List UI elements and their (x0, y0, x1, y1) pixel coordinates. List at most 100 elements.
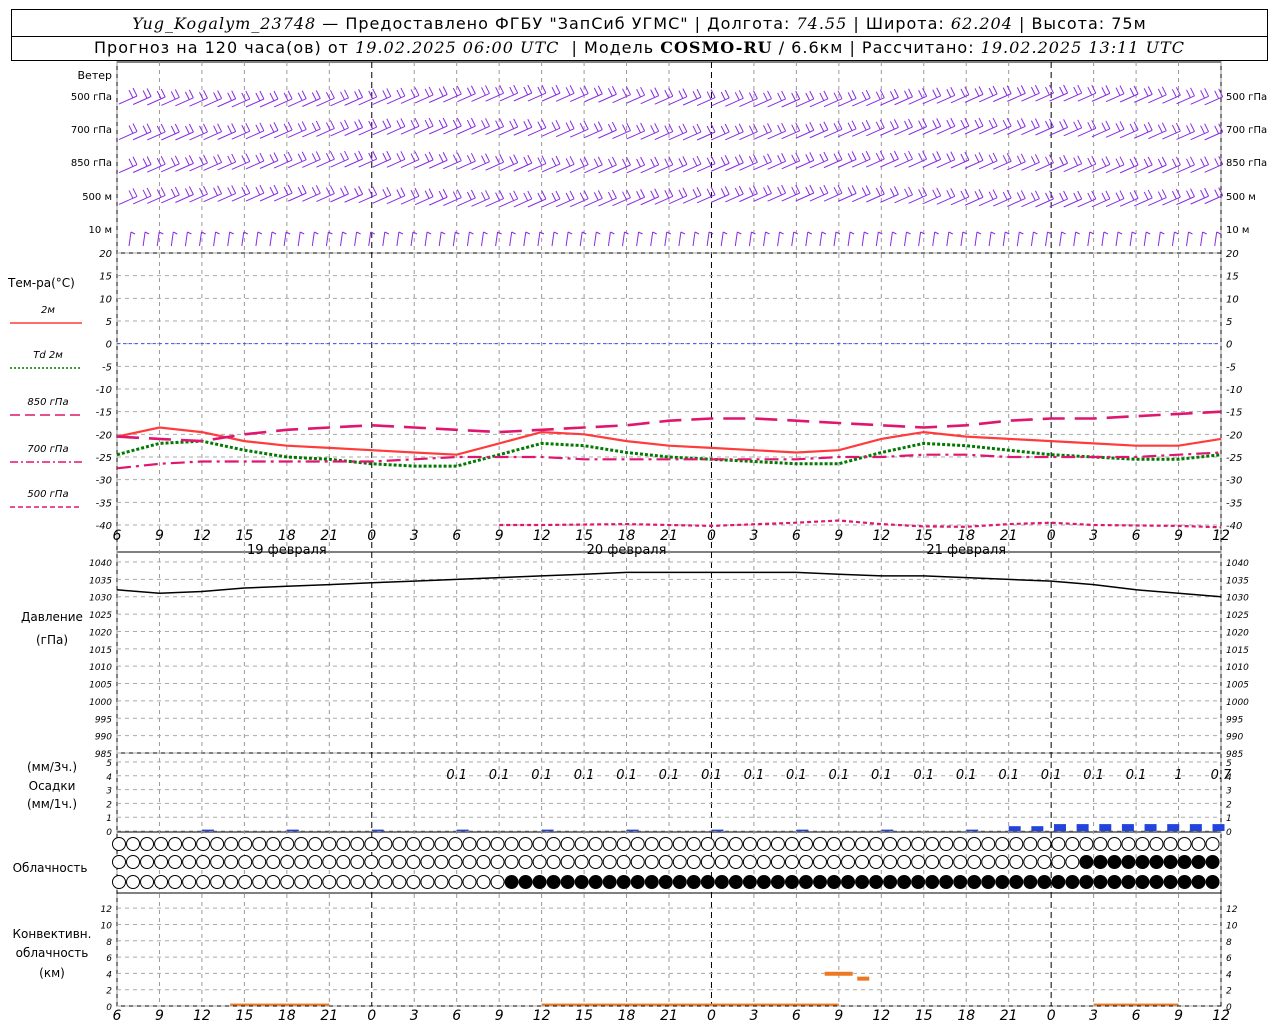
wind-barb (118, 188, 138, 205)
barb-flag (386, 118, 392, 127)
barb-flag (819, 123, 825, 132)
barb-staff (372, 158, 392, 168)
barb-staff (1119, 129, 1139, 139)
cloud-empty-circle (126, 855, 141, 869)
barb-flag (273, 90, 279, 100)
barb-staff (1133, 164, 1153, 174)
barb-flag (607, 88, 613, 97)
conv-tick-label: 12 (101, 905, 113, 915)
cloud-empty-circle (756, 837, 771, 851)
barb-flag (720, 157, 726, 166)
barb-staff (992, 197, 1012, 207)
barb-flag (1059, 86, 1065, 96)
temp-tick-label: 0 (106, 340, 112, 351)
hour-tick-label: 9 (155, 528, 164, 544)
barb-flag (805, 124, 811, 133)
barb-flag (424, 153, 430, 163)
cloud-empty-circle (616, 837, 631, 851)
conv-bar (824, 971, 853, 976)
barb-flag (767, 153, 772, 162)
cloud-empty-circle (252, 875, 267, 889)
pressure-tick-label: 1010 (89, 663, 112, 673)
cloud-full-circle (1065, 875, 1080, 889)
barb-flag (664, 125, 670, 134)
wind-barb (936, 87, 956, 104)
barb-flag (1200, 189, 1206, 199)
barb-flag (466, 154, 472, 164)
barb-flag (622, 88, 627, 97)
cloud-empty-circle (182, 837, 197, 851)
cloud-full-circle (1107, 855, 1122, 869)
hour-tick-label-bottom: 6 (792, 1008, 801, 1024)
cloud-empty-circle (504, 855, 519, 869)
barb-flag (1190, 156, 1195, 166)
barb-staff (513, 92, 533, 102)
precip-tick-label-right: 0 (1226, 828, 1232, 838)
cloud-empty-circle (420, 855, 435, 869)
barb-flag (128, 89, 134, 99)
barb-staff (612, 94, 631, 104)
barb-flag (217, 90, 223, 99)
hour-tick-label-bottom: 0 (1047, 1008, 1056, 1024)
barb-flag (622, 124, 627, 133)
cloud-empty-circle (827, 837, 842, 851)
temp-tick-label: -20 (96, 430, 112, 441)
cloud-empty-circle (448, 855, 463, 869)
cloud-empty-circle (1191, 837, 1206, 851)
pressure-tick-label-right: 995 (1226, 715, 1243, 725)
surface-wind-barb (1200, 231, 1204, 247)
barb-staff (978, 160, 998, 170)
cloud-full-circle (911, 875, 926, 889)
hour-tick-label-bottom: 12 (872, 1008, 890, 1024)
cloud-full-circle (1163, 855, 1178, 869)
barb-flag (354, 91, 360, 100)
barb-flag (640, 86, 646, 96)
barb-flag (541, 155, 547, 164)
precip-value-label: 0.1 (786, 768, 807, 783)
barb-flag (1129, 123, 1135, 133)
cloud-empty-circle (939, 855, 954, 869)
cloud-full-circle (560, 875, 575, 889)
barb-flag (724, 186, 730, 195)
barb-flag (146, 156, 152, 165)
barb-flag (442, 152, 448, 161)
barb-staff (414, 196, 434, 206)
barb-flag (424, 190, 430, 199)
barb-flag (692, 157, 698, 167)
wind-level-label: 10 м (89, 225, 112, 236)
barb-staff (330, 193, 349, 203)
barb-flag (414, 87, 420, 96)
barb-flag (1020, 153, 1026, 163)
surface-wind-flag (807, 231, 813, 235)
cloud-empty-circle (154, 855, 169, 869)
barb-flag (908, 118, 913, 128)
barb-flag (1157, 124, 1163, 133)
cloud-full-circle (1093, 875, 1108, 889)
barb-flag (344, 119, 349, 129)
barb-flag (593, 192, 599, 201)
precip-value-label: 0.1 (871, 768, 892, 783)
barb-flag (358, 119, 364, 128)
barb-flag (988, 119, 994, 129)
wind-barb (1176, 188, 1195, 206)
surface-wind-barb (805, 231, 809, 247)
barb-flag (823, 184, 829, 194)
precip-bar (1212, 824, 1225, 831)
barb-flag (889, 91, 895, 100)
hour-tick-label-bottom: 21 (1000, 1008, 1018, 1024)
cloud-full-circle (728, 875, 743, 889)
surface-wind-barb (241, 231, 245, 247)
wind-barb (851, 89, 871, 107)
barb-staff (696, 97, 716, 107)
barb-flag (569, 85, 575, 94)
barb-staff (710, 131, 730, 141)
barb-flag (791, 154, 797, 164)
surface-wind-flag (1188, 231, 1193, 235)
wind-barb (1204, 156, 1224, 173)
barb-flag (259, 122, 265, 132)
barb-flag (696, 187, 702, 196)
barb-flag (950, 188, 956, 197)
barb-staff (344, 158, 363, 168)
surface-wind-barb (481, 231, 484, 247)
wind-barb (161, 186, 180, 204)
